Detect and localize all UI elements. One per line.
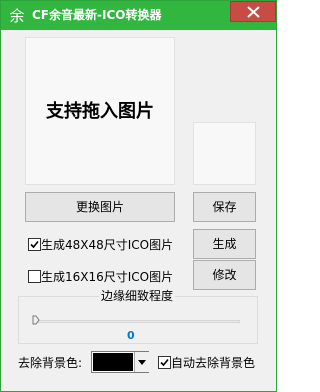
app-icon: 余 [9,7,25,25]
checkmark-icon [30,240,39,249]
bg-color-label: 去除背景色: [18,356,83,370]
bg-color-swatch [93,353,133,371]
slider-thumb-icon[interactable] [32,315,40,325]
title-bar[interactable]: 余 CF余音最新-ICO转换器 [1,1,276,30]
dropdown-button[interactable] [134,352,149,372]
checkmark-icon [160,358,169,367]
size16-label: 生成16X16尺寸ICO图片 [41,270,174,284]
size48-label: 生成48X48尺寸ICO图片 [41,238,174,252]
size16-option[interactable]: 生成16X16尺寸ICO图片 [28,270,178,284]
size48-option[interactable]: 生成48X48尺寸ICO图片 [28,238,178,252]
bg-color-select[interactable] [91,351,149,373]
icon-preview [193,122,256,185]
close-icon [247,6,260,18]
app-window: 余 CF余音最新-ICO转换器 支持拖入图片 更换图片 保存 生成48X48尺寸… [0,0,277,392]
replace-image-button[interactable]: 更换图片 [25,192,175,222]
generate-button[interactable]: 生成 [193,229,256,259]
auto-remove-bg-label: 自动去除背景色 [171,356,256,370]
modify-button[interactable]: 修改 [193,260,256,290]
edge-slider-value: 0 [127,329,135,342]
image-drop-area[interactable]: 支持拖入图片 [25,37,175,185]
size48-checkbox[interactable] [28,238,41,251]
edge-slider-track[interactable] [35,320,240,323]
window-title: CF余音最新-ICO转换器 [32,8,162,22]
size16-checkbox[interactable] [28,270,41,283]
save-button[interactable]: 保存 [193,192,256,222]
auto-remove-bg-checkbox[interactable] [158,356,171,369]
drop-hint: 支持拖入图片 [46,101,154,122]
auto-remove-bg-option[interactable]: 自动去除背景色 [158,356,263,370]
edge-detail-label: 边缘细致程度 [99,289,176,303]
close-button[interactable] [230,1,276,22]
chevron-down-icon [138,360,146,365]
